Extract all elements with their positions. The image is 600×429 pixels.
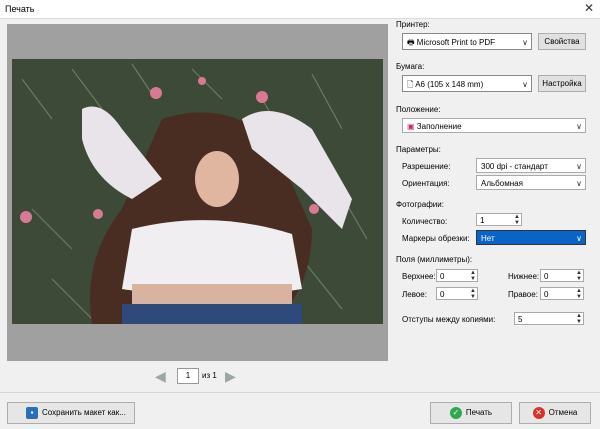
- title-bar: Печать ✕: [0, 0, 600, 19]
- spinner-icon[interactable]: ▲ ▼: [576, 270, 582, 282]
- printer-select[interactable]: 🖶 Microsoft Print to PDF ∨: [402, 33, 532, 50]
- parameters-label: Параметры:: [396, 145, 441, 154]
- chevron-down-icon: ∨: [576, 234, 582, 243]
- margin-left-label: Левое:: [402, 290, 427, 299]
- chevron-down-icon: ∨: [576, 122, 582, 131]
- print-preview: ◀ 1 из 1 ▶: [7, 24, 388, 384]
- position-select[interactable]: ▣ Заполнение ∨: [402, 118, 586, 133]
- next-page-icon[interactable]: ▶: [225, 369, 236, 383]
- margins-label: Поля (миллиметры):: [396, 255, 473, 264]
- dialog-footer: ▪ Сохранить макет как... ✓ Печать ✕ Отмена: [0, 392, 600, 429]
- spinner-icon[interactable]: ▲ ▼: [470, 288, 476, 300]
- spinner-icon[interactable]: ▲ ▼: [514, 214, 520, 226]
- printer-group: Принтер: 🖶 Microsoft Print to PDF ∨ Свой…: [396, 20, 592, 60]
- document-icon: 🗋: [407, 80, 416, 89]
- parameters-group: Параметры: Разрешение: 300 dpi - стандар…: [396, 145, 592, 195]
- resolution-select[interactable]: 300 dpi - стандарт ∨: [476, 158, 586, 173]
- photo-image: [12, 59, 383, 324]
- orientation-label: Ориентация:: [402, 179, 450, 188]
- paper-settings-button[interactable]: Настройка: [538, 75, 586, 92]
- floppy-disk-icon: ▪: [26, 406, 38, 419]
- margin-right-label: Правое:: [508, 290, 538, 299]
- position-label: Положение:: [396, 105, 441, 114]
- crop-marks-select[interactable]: Нет ∨: [476, 230, 586, 245]
- chevron-down-icon: ∨: [522, 38, 528, 47]
- margin-bottom-input[interactable]: 0 ▲ ▼: [540, 269, 584, 282]
- margin-right-input[interactable]: 0 ▲ ▼: [540, 287, 584, 300]
- image-icon: ▣: [407, 122, 417, 131]
- margin-top-input[interactable]: 0 ▲ ▼: [436, 269, 478, 282]
- count-input[interactable]: 1 ▲ ▼: [476, 213, 522, 226]
- margins-group: Поля (миллиметры): Верхнее: 0 ▲ ▼ Нижнее:…: [396, 255, 592, 330]
- position-group: Положение: ▣ Заполнение ∨: [396, 105, 592, 140]
- chevron-down-icon: ∨: [522, 80, 528, 89]
- cancel-button[interactable]: ✕ Отмена: [519, 402, 591, 424]
- printer-properties-button[interactable]: Свойства: [538, 33, 586, 50]
- page-of-label: из 1: [202, 371, 217, 380]
- window-title: Печать: [5, 4, 35, 14]
- paper-label: Бумага:: [396, 62, 425, 71]
- margin-left-input[interactable]: 0 ▲ ▼: [436, 287, 478, 300]
- cancel-icon: ✕: [532, 406, 545, 419]
- chevron-down-icon: ∨: [576, 179, 582, 188]
- crop-marks-label: Маркеры обрезки:: [402, 234, 470, 243]
- checkmark-icon: ✓: [449, 406, 462, 419]
- margin-bottom-label: Нижнее:: [508, 272, 540, 281]
- printer-icon: 🖶: [407, 38, 417, 47]
- spinner-icon[interactable]: ▲ ▼: [470, 270, 476, 282]
- count-label: Количество:: [402, 217, 448, 226]
- printer-label: Принтер:: [396, 20, 430, 29]
- spinner-icon[interactable]: ▲ ▼: [576, 288, 582, 300]
- margin-top-label: Верхнее:: [402, 272, 436, 281]
- copy-spacing-input[interactable]: 5 ▲ ▼: [514, 312, 584, 325]
- orientation-select[interactable]: Альбомная ∨: [476, 175, 586, 190]
- photos-group: Фотографии: Количество: 1 ▲ ▼ Маркеры обр…: [396, 200, 592, 250]
- save-layout-button[interactable]: ▪ Сохранить макет как...: [7, 402, 135, 424]
- page-number-input[interactable]: 1: [177, 368, 199, 384]
- photos-label: Фотографии:: [396, 200, 444, 209]
- paper-select[interactable]: 🗋 A6 (105 x 148 mm) ∨: [402, 75, 532, 92]
- resolution-label: Разрешение:: [402, 162, 451, 171]
- paper-group: Бумага: 🗋 A6 (105 x 148 mm) ∨ Настройка: [396, 62, 592, 102]
- close-icon[interactable]: ✕: [584, 1, 594, 15]
- prev-page-icon[interactable]: ◀: [155, 369, 166, 383]
- chevron-down-icon: ∨: [576, 162, 582, 171]
- print-button[interactable]: ✓ Печать: [430, 402, 512, 424]
- spinner-icon[interactable]: ▲ ▼: [576, 313, 582, 325]
- page-navigator: ◀ 1 из 1 ▶: [155, 368, 245, 384]
- preview-photo: [12, 59, 383, 324]
- copy-spacing-label: Отступы между копиями:: [402, 315, 496, 324]
